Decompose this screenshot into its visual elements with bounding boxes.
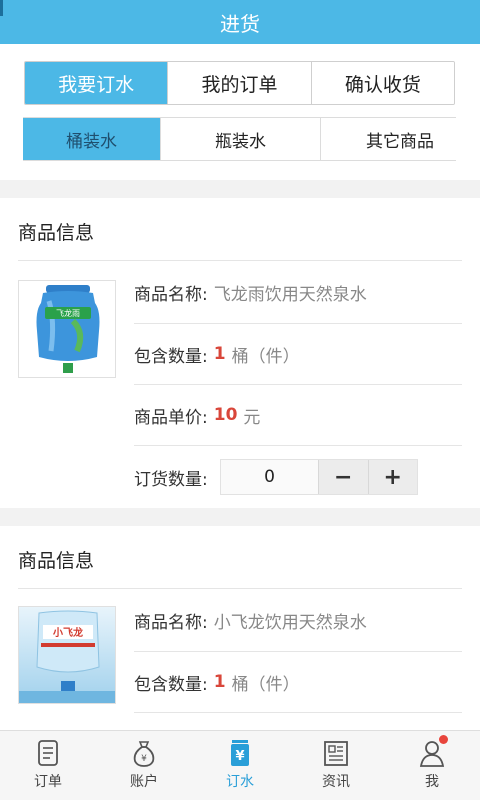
tab-barrel-water[interactable]: 桶装水	[23, 118, 160, 160]
top-bar: 进货	[0, 0, 480, 44]
product-name: 飞龙雨饮用天然泉水	[213, 284, 367, 305]
tab-bottled-water[interactable]: 瓶装水	[160, 118, 320, 160]
tab-confirm-receipt[interactable]: 确认收货	[310, 62, 454, 104]
count-unit: 桶（件）	[231, 674, 300, 695]
tab-label: 账户	[130, 774, 158, 790]
count-value: 1	[213, 344, 226, 364]
product-card: 商品信息 小飞龙 商品名称: 小飞龙饮用天然泉水 包含数量: 1 桶（件）	[0, 526, 480, 730]
tab-my-orders[interactable]: 我的订单	[167, 62, 311, 104]
money-bag-icon: ¥	[133, 741, 155, 767]
news-icon	[324, 741, 348, 766]
price-value: 10	[213, 405, 238, 425]
decrease-button[interactable]: −	[318, 460, 368, 494]
tab-label: 订单	[34, 774, 62, 790]
tab-label: 订水	[226, 774, 254, 790]
divider	[18, 260, 462, 261]
product-image: 小飞龙	[18, 606, 116, 704]
product-name-row: 商品名称: 飞龙雨饮用天然泉水	[134, 262, 462, 322]
product-count-row: 包含数量: 1 桶（件）	[134, 324, 462, 384]
qty-label: 订货数量:	[134, 469, 208, 490]
count-value: 1	[213, 672, 226, 692]
divider	[18, 588, 462, 589]
tab-order-water-nav[interactable]: ¥ 订水	[192, 731, 288, 800]
count-label: 包含数量:	[134, 674, 208, 695]
tab-label: 资讯	[322, 774, 350, 790]
count-label: 包含数量:	[134, 346, 208, 367]
tab-order-water[interactable]: 我要订水	[25, 62, 168, 104]
divider	[134, 445, 462, 446]
order-icon	[38, 740, 58, 766]
page-title: 进货	[220, 11, 260, 36]
yen-cup-icon: ¥	[231, 740, 249, 766]
price-label: 商品单价:	[134, 407, 208, 428]
increase-button[interactable]: +	[367, 460, 417, 494]
tab-orders[interactable]: 订单	[0, 731, 96, 800]
brand-text: 飞龙雨	[56, 308, 80, 318]
name-label: 商品名称:	[134, 612, 208, 633]
divider	[134, 712, 462, 713]
tabs-area: 我要订水 我的订单 确认收货 桶装水 瓶装水 其它商品	[0, 44, 480, 180]
tab-label: 我	[425, 774, 439, 790]
section-title: 商品信息	[18, 222, 95, 244]
top-bar-edge	[0, 0, 3, 16]
section-title: 商品信息	[18, 550, 95, 572]
tab-me[interactable]: 我	[384, 731, 480, 800]
product-image: 飞龙雨	[18, 280, 116, 378]
brand-text: 小飞龙	[52, 626, 83, 639]
product-price-row: 商品单价: 10 元	[134, 385, 462, 445]
product-name-row: 商品名称: 小飞龙饮用天然泉水	[134, 590, 462, 650]
sub-tab-group: 桶装水 瓶装水 其它商品	[23, 117, 456, 161]
product-count-row: 包含数量: 1 桶（件）	[134, 652, 462, 712]
quantity-stepper: 0 − +	[220, 459, 418, 495]
bottom-tab-bar: 订单 ¥ 账户 ¥ 订水 资讯 我	[0, 730, 480, 800]
svg-text:¥: ¥	[141, 754, 147, 764]
tab-news[interactable]: 资讯	[288, 731, 384, 800]
name-label: 商品名称:	[134, 284, 208, 305]
product-card: 商品信息 飞龙雨 商品名称: 飞龙雨饮用天然泉水 包含数量: 1 桶（件） 商品…	[0, 198, 480, 508]
tab-account[interactable]: ¥ 账户	[96, 731, 192, 800]
main-tab-group: 我要订水 我的订单 确认收货	[24, 61, 455, 105]
quantity-input[interactable]: 0	[221, 460, 318, 494]
tab-other-goods[interactable]: 其它商品	[320, 118, 456, 160]
count-unit: 桶（件）	[231, 346, 300, 367]
price-unit: 元	[243, 407, 261, 428]
notification-badge	[439, 735, 448, 744]
svg-text:¥: ¥	[235, 749, 244, 764]
product-name: 小飞龙饮用天然泉水	[213, 612, 367, 633]
